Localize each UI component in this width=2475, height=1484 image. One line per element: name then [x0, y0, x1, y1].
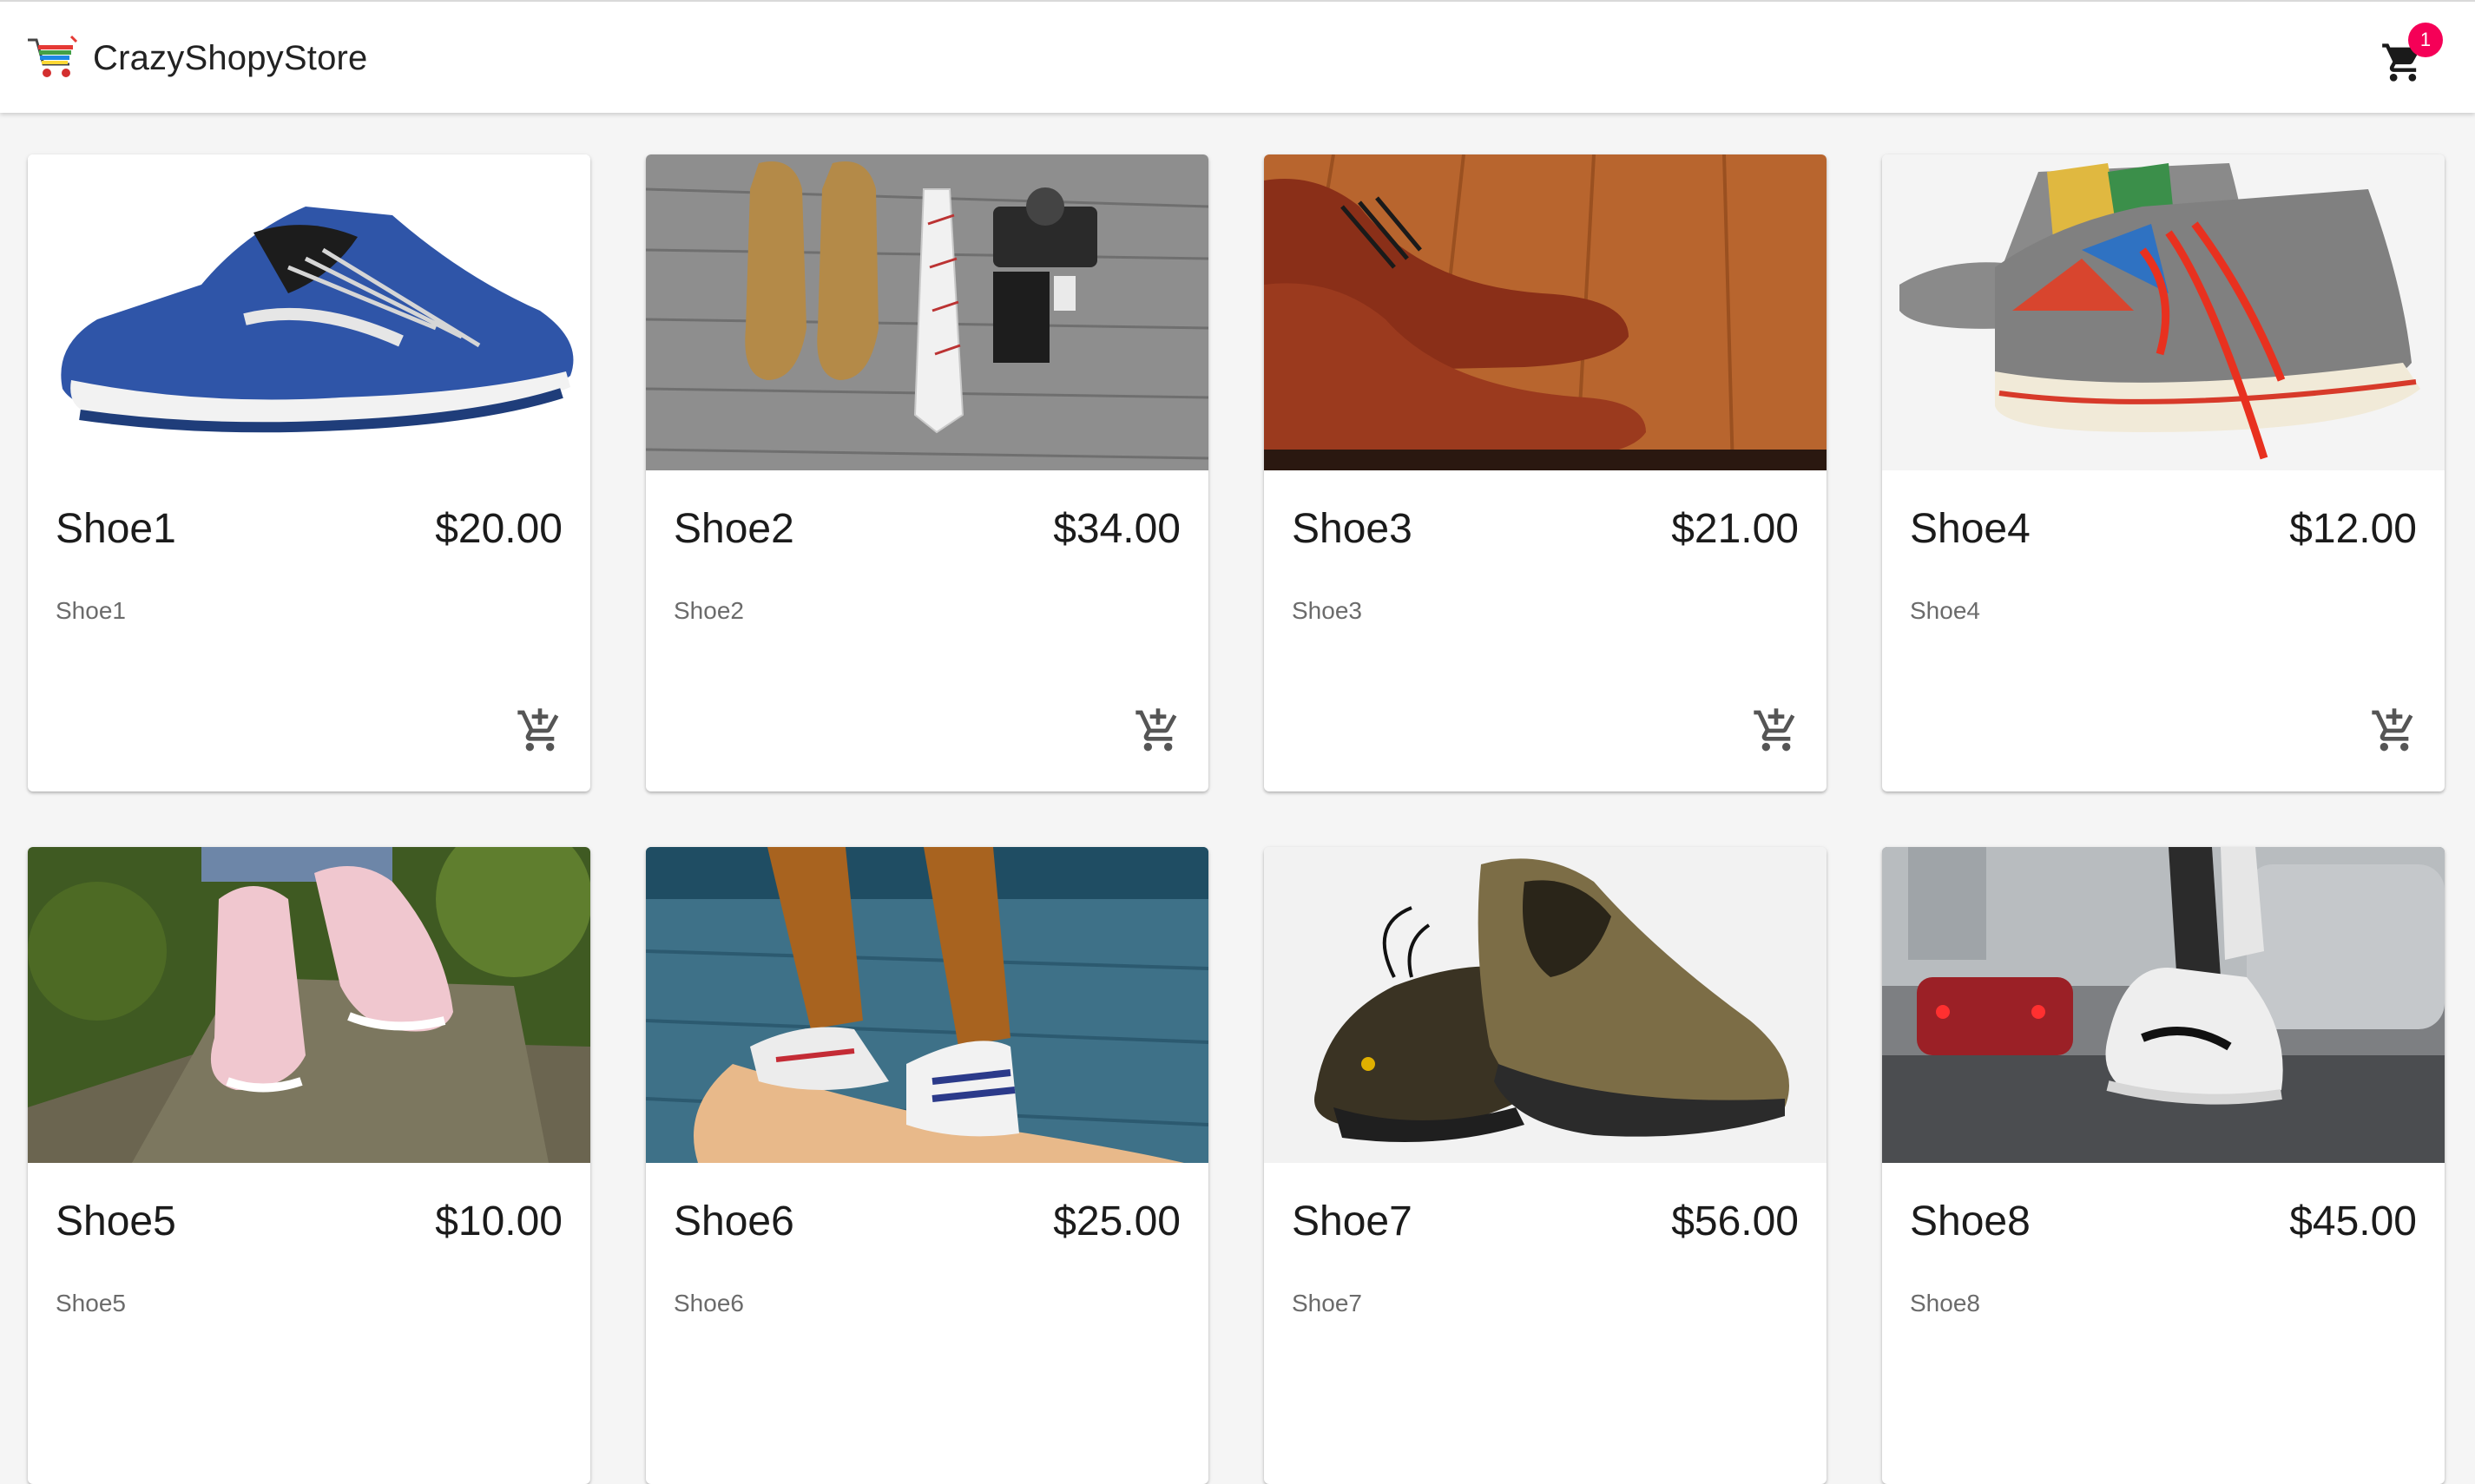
product-image-tan-brogues-with-tie-and-camera — [646, 154, 1208, 470]
product-title: Shoe5 — [56, 1198, 176, 1244]
add-shopping-cart-icon — [1135, 708, 1177, 752]
product-price: $21.00 — [1671, 506, 1799, 552]
product-card[interactable]: Shoe3 $21.00 Shoe3 — [1264, 154, 1827, 791]
add-shopping-cart-icon — [1754, 708, 1795, 752]
product-image-brown-leather-boots-on-wood-floor — [1264, 154, 1827, 470]
add-shopping-cart-icon — [517, 708, 559, 752]
product-card[interactable]: Shoe1 $20.00 Shoe1 — [28, 154, 590, 791]
product-title: Shoe3 — [1292, 506, 1412, 552]
product-price: $45.00 — [2289, 1198, 2417, 1244]
product-description: Shoe6 — [674, 1290, 744, 1317]
product-price: $56.00 — [1671, 1198, 1799, 1244]
product-description: Shoe7 — [1292, 1290, 1362, 1317]
add-to-cart-button[interactable] — [516, 706, 564, 755]
product-card[interactable]: Shoe7 $56.00 Shoe7 — [1264, 847, 1827, 1484]
add-to-cart-button[interactable] — [1752, 706, 1800, 755]
product-image-comic-print-high-top-sneakers — [1882, 154, 2445, 470]
cart-count-badge: 1 — [2408, 23, 2443, 57]
product-image-hiking-shoes — [1264, 847, 1827, 1163]
product-price: $34.00 — [1053, 506, 1181, 552]
product-card[interactable]: Shoe4 $12.00 Shoe4 — [1882, 154, 2445, 791]
product-title: Shoe2 — [674, 506, 794, 552]
cart-button[interactable]: 1 — [2372, 23, 2443, 89]
product-title: Shoe7 — [1292, 1198, 1412, 1244]
product-price: $10.00 — [435, 1198, 563, 1244]
product-description: Shoe1 — [56, 597, 126, 624]
shopping-cart-logo-icon — [28, 35, 78, 77]
product-price: $12.00 — [2289, 506, 2417, 552]
add-to-cart-button[interactable] — [2370, 706, 2419, 755]
product-image-sneakers-on-skateboard — [646, 847, 1208, 1163]
product-price: $25.00 — [1053, 1198, 1181, 1244]
product-image-white-sneaker-on-wet-street — [1882, 847, 2445, 1163]
product-title: Shoe6 — [674, 1198, 794, 1244]
product-title: Shoe8 — [1910, 1198, 2031, 1244]
app-title: CrazyShopyStore — [93, 39, 368, 77]
product-card[interactable]: Shoe8 $45.00 Shoe8 — [1882, 847, 2445, 1484]
product-grid: Shoe1 $20.00 Shoe1 Shoe2 $34.00 Shoe2 Sh… — [28, 154, 2445, 1484]
add-to-cart-button[interactable] — [1134, 706, 1182, 755]
product-image-pink-sneakers-on-log — [28, 847, 590, 1163]
product-description: Shoe3 — [1292, 597, 1362, 624]
product-description: Shoe8 — [1910, 1290, 1980, 1317]
product-title: Shoe1 — [56, 506, 176, 552]
product-description: Shoe2 — [674, 597, 744, 624]
product-card[interactable]: Shoe5 $10.00 Shoe5 — [28, 847, 590, 1484]
app-bar: CrazyShopyStore 1 — [0, 0, 2475, 113]
product-image-blue-running-shoe — [28, 154, 590, 470]
product-description: Shoe5 — [56, 1290, 126, 1317]
product-title: Shoe4 — [1910, 506, 2031, 552]
product-card[interactable]: Shoe2 $34.00 Shoe2 — [646, 154, 1208, 791]
product-card[interactable]: Shoe6 $25.00 Shoe6 — [646, 847, 1208, 1484]
product-price: $20.00 — [435, 506, 563, 552]
add-shopping-cart-icon — [2372, 708, 2413, 752]
product-description: Shoe4 — [1910, 597, 1980, 624]
